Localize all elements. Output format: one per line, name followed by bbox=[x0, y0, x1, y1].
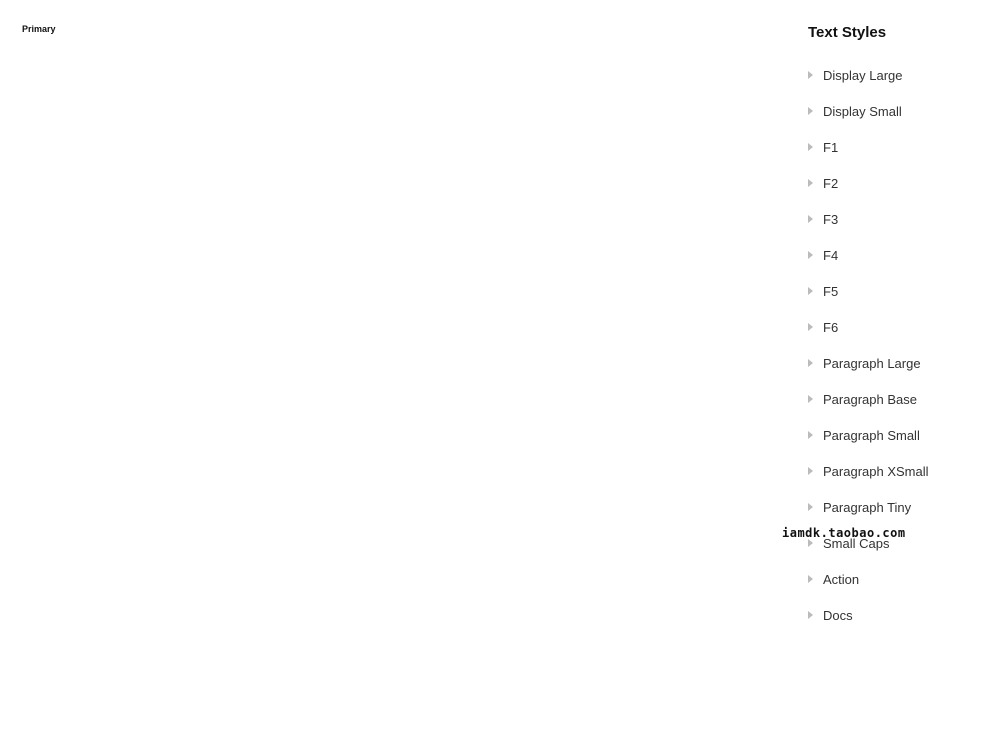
text-style-label: Paragraph Tiny bbox=[823, 500, 911, 515]
text-style-item[interactable]: Display Large bbox=[808, 59, 992, 91]
chevron-right-icon bbox=[808, 611, 813, 619]
chevron-right-icon bbox=[808, 467, 813, 475]
text-style-label: Paragraph XSmall bbox=[823, 464, 929, 479]
chevron-right-icon bbox=[808, 179, 813, 187]
text-style-label: Paragraph Small bbox=[823, 428, 920, 443]
chevron-right-icon bbox=[808, 107, 813, 115]
chevron-right-icon bbox=[808, 287, 813, 295]
chevron-right-icon bbox=[808, 71, 813, 79]
text-style-item[interactable]: Docs bbox=[808, 599, 992, 631]
text-style-label: F3 bbox=[823, 212, 838, 227]
text-style-item[interactable]: Paragraph Small bbox=[808, 419, 992, 451]
text-style-label: F4 bbox=[823, 248, 838, 263]
chevron-right-icon bbox=[808, 503, 813, 511]
text-style-label: Display Small bbox=[823, 104, 902, 119]
text-style-item[interactable]: F3 bbox=[808, 203, 992, 235]
text-style-label: Paragraph Large bbox=[823, 356, 921, 371]
text-style-label: F5 bbox=[823, 284, 838, 299]
chevron-right-icon bbox=[808, 323, 813, 331]
chevron-right-icon bbox=[808, 215, 813, 223]
group-title: Primary bbox=[22, 24, 778, 34]
text-style-label: Docs bbox=[823, 608, 853, 623]
chevron-right-icon bbox=[808, 143, 813, 151]
text-style-label: Display Large bbox=[823, 68, 903, 83]
text-style-item[interactable]: Paragraph XSmall bbox=[808, 455, 992, 487]
chevron-right-icon bbox=[808, 539, 813, 547]
chevron-right-icon bbox=[808, 251, 813, 259]
text-style-label: F2 bbox=[823, 176, 838, 191]
sidebar-title: Text Styles bbox=[808, 24, 992, 41]
text-style-item[interactable]: Action bbox=[808, 563, 992, 595]
text-style-label: F6 bbox=[823, 320, 838, 335]
chevron-right-icon bbox=[808, 431, 813, 439]
chevron-right-icon bbox=[808, 395, 813, 403]
text-style-item[interactable]: F5 bbox=[808, 275, 992, 307]
text-style-item[interactable]: Display Small bbox=[808, 95, 992, 127]
text-style-label: Paragraph Base bbox=[823, 392, 917, 407]
text-style-label: Action bbox=[823, 572, 859, 587]
text-style-item[interactable]: F4 bbox=[808, 239, 992, 271]
text-style-item[interactable]: F1 bbox=[808, 131, 992, 163]
text-style-item[interactable]: F6 bbox=[808, 311, 992, 343]
chevron-right-icon bbox=[808, 359, 813, 367]
text-style-item[interactable]: Paragraph Large bbox=[808, 347, 992, 379]
chevron-right-icon bbox=[808, 575, 813, 583]
watermark: iamdk.taobao.com bbox=[782, 526, 906, 540]
text-style-item[interactable]: F2 bbox=[808, 167, 992, 199]
text-style-label: F1 bbox=[823, 140, 838, 155]
text-style-item[interactable]: Paragraph Tiny bbox=[808, 491, 992, 523]
text-style-item[interactable]: Paragraph Base bbox=[808, 383, 992, 415]
